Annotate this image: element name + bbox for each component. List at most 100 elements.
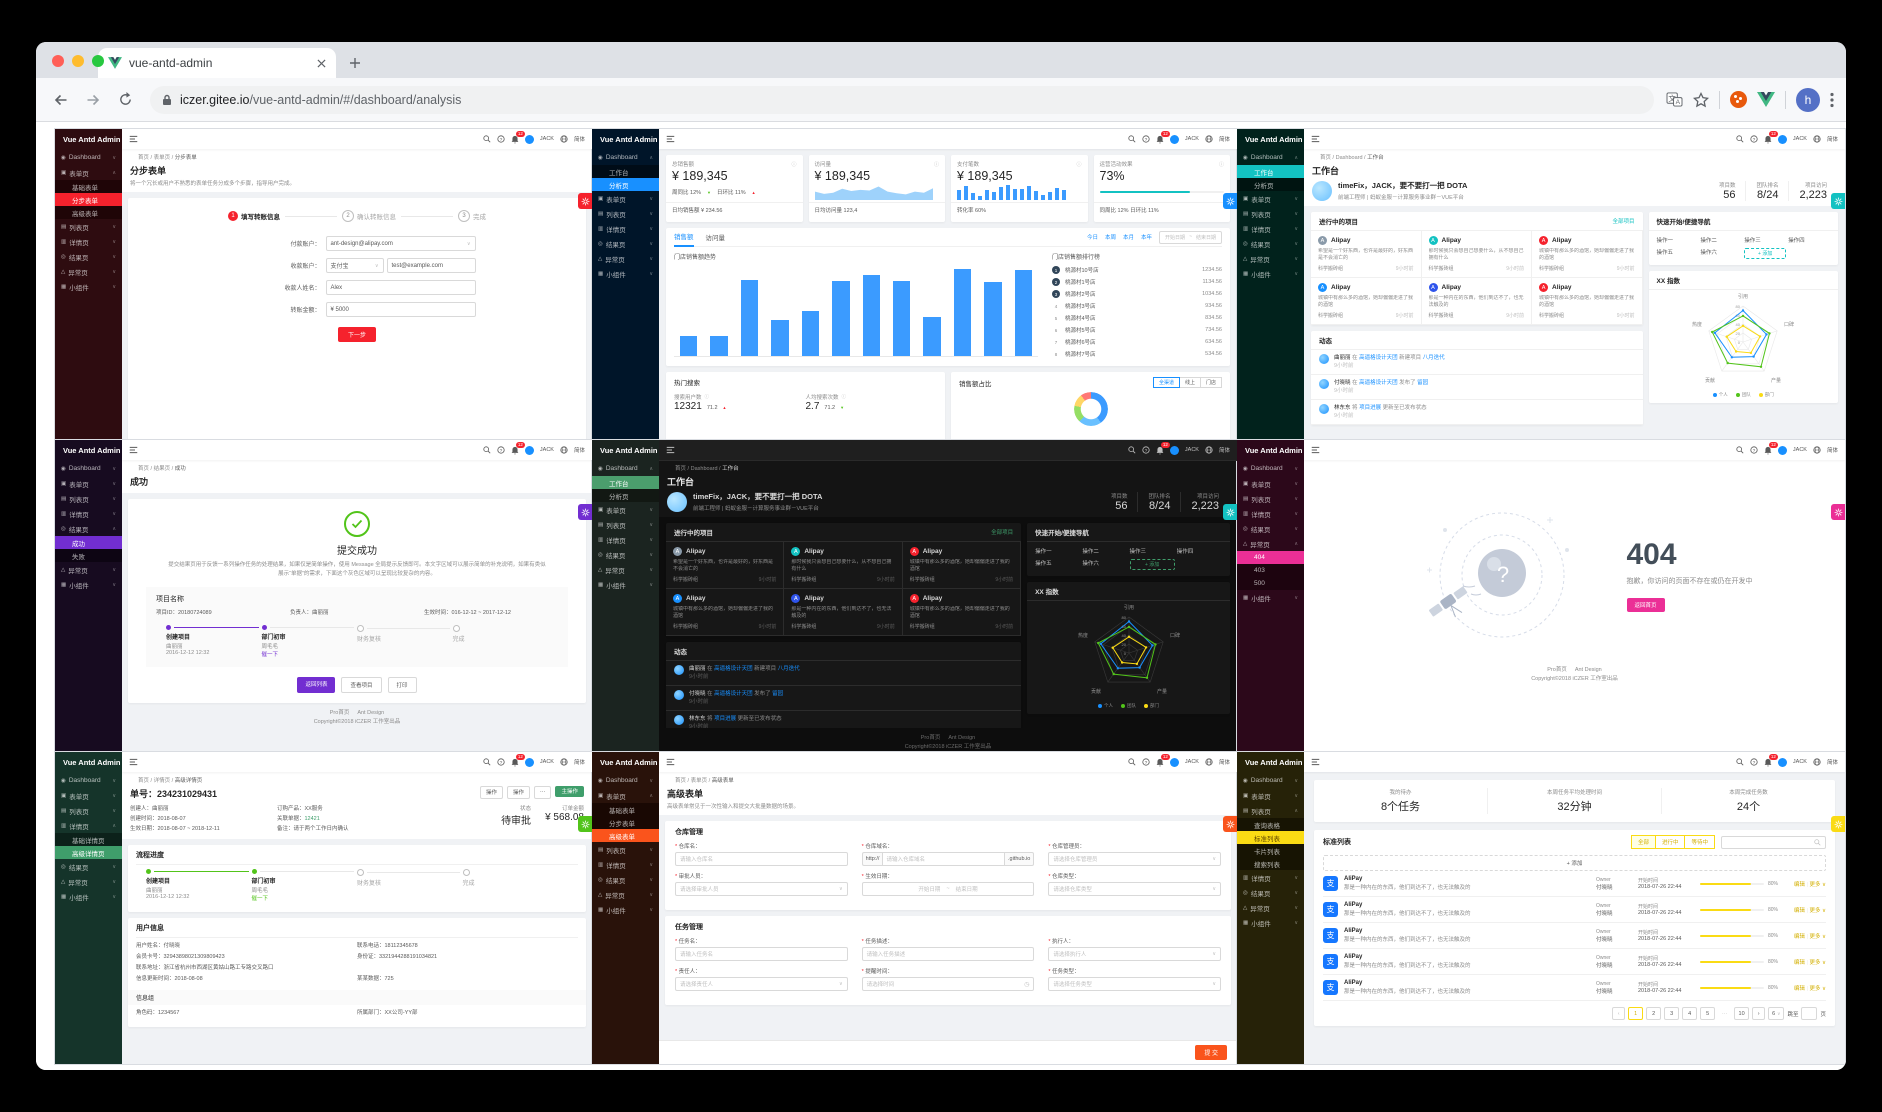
sidebar-subitem[interactable]: 分析页	[1237, 178, 1304, 191]
footer-link-pro[interactable]: Pro首页	[1547, 667, 1567, 673]
sidebar-item-form[interactable]: ▣ 表单页 ∨	[1237, 476, 1304, 491]
language-globe-icon[interactable]	[560, 135, 568, 143]
search-icon[interactable]	[1736, 446, 1744, 454]
user-avatar[interactable]	[1777, 445, 1787, 455]
sidebar-item-dashboard[interactable]: ◉ Dashboard ∧	[592, 150, 659, 165]
sidebar-item-list[interactable]: ▤ 列表页 ∧	[1237, 803, 1304, 818]
sidebar-subitem[interactable]: 基础表单	[55, 180, 122, 193]
sidebar-subitem[interactable]: 分步表单	[592, 816, 659, 829]
project-card[interactable]: A Alipay 希望是一个好东西，也许是最好的，好东西是不会消亡的 科学搬砖组 9小时…	[666, 542, 785, 589]
user-avatar[interactable]	[1777, 134, 1787, 144]
browser-tab[interactable]: vue-antd-admin	[98, 48, 336, 78]
sidebar-item-widget[interactable]: ▦ 小组件 ∨	[592, 577, 659, 592]
quick-op-link[interactable]: 操作二	[1700, 236, 1742, 244]
search-icon[interactable]	[483, 758, 491, 766]
page-number[interactable]: ···	[1718, 1008, 1731, 1019]
sidebar-item-result[interactable]: ◎ 结果页 ∨	[55, 249, 122, 264]
quick-op-link[interactable]: 操作三	[1744, 236, 1786, 244]
sidebar-item-exception[interactable]: △ 异常页 ∨	[55, 874, 122, 889]
sidebar-item-result[interactable]: ◎ 结果页 ∨	[1237, 236, 1304, 251]
user-avatar[interactable]	[524, 757, 534, 767]
feed-target-link[interactable]: 高逼格设计天团	[1359, 380, 1399, 386]
project-team[interactable]: 科学搬砖组	[791, 623, 816, 630]
breadcrumb-item[interactable]: 表单页	[154, 155, 171, 161]
help-icon[interactable]: ?	[1750, 446, 1758, 454]
search-icon[interactable]	[1128, 446, 1136, 454]
quick-op-link[interactable]: 操作五	[1035, 559, 1080, 570]
tab-visits[interactable]: 访问量	[706, 228, 726, 246]
theme-settings-gear-button[interactable]	[1831, 504, 1845, 520]
footer-link-antd[interactable]: Ant Design	[357, 710, 384, 716]
breadcrumb-item[interactable]: 首页	[1320, 155, 1331, 161]
row-title[interactable]: AliPay	[1344, 928, 1590, 934]
quick-op-link[interactable]: 操作二	[1082, 547, 1127, 555]
quick-add-button[interactable]: + 添加	[1744, 248, 1787, 259]
language-globe-icon[interactable]	[1813, 446, 1821, 454]
sidebar-item-exception[interactable]: △ 异常页 ∨	[592, 887, 659, 902]
feed-object-link[interactable]: 八月迭代	[778, 666, 800, 672]
hamburger-icon[interactable]	[129, 135, 138, 143]
sidebar-item-list[interactable]: ▤ 列表页 ∨	[592, 517, 659, 532]
edit-link[interactable]: 编辑	[1794, 934, 1805, 940]
user-avatar[interactable]	[524, 134, 534, 144]
help-icon[interactable]: ?	[1750, 135, 1758, 143]
breadcrumb-item[interactable]: Dashboard	[691, 466, 718, 472]
theme-settings-gear-button[interactable]	[578, 193, 592, 209]
all-projects-link[interactable]: 全部项目	[991, 528, 1013, 536]
footer-link-pro[interactable]: Pro首页	[330, 710, 350, 716]
more-link[interactable]: 更多 ∨	[1809, 882, 1826, 888]
quick-op-link[interactable]: 操作六	[1082, 559, 1127, 570]
vue-devtools-icon[interactable]	[1757, 92, 1775, 107]
hamburger-icon[interactable]	[1311, 135, 1320, 143]
next-step-button[interactable]: 下一步	[337, 327, 376, 342]
sidebar-item-dashboard[interactable]: ◉ Dashboard ∨	[592, 773, 659, 788]
user-avatar[interactable]	[524, 445, 534, 455]
theme-settings-gear-button[interactable]	[1831, 193, 1845, 209]
sidebar-subitem[interactable]: 分析页	[592, 178, 659, 191]
sidebar-item-form[interactable]: ▣ 表单页 ∨	[55, 788, 122, 803]
range-link[interactable]: 本年	[1141, 233, 1152, 241]
theme-settings-gear-button[interactable]	[578, 816, 592, 832]
hamburger-icon[interactable]	[666, 758, 675, 766]
sidebar-subitem[interactable]: 高级表单	[55, 206, 122, 219]
theme-settings-gear-button[interactable]	[1831, 816, 1845, 832]
sidebar-item-profile[interactable]: ▥ 详情页 ∨	[592, 532, 659, 547]
theme-settings-gear-button[interactable]	[1223, 816, 1237, 832]
sidebar-item-form[interactable]: ▣ 表单页 ∨	[592, 191, 659, 206]
user-avatar[interactable]	[1169, 445, 1179, 455]
legend-item[interactable]: 部门	[1144, 703, 1159, 709]
tab-close-icon[interactable]	[317, 58, 326, 68]
sidebar-item-exception[interactable]: △ 异常页 ∨	[55, 562, 122, 577]
project-card[interactable]: A Alipay 那时候我只会想自己想要什么，从不想自己拥有什么 科学搬砖组 9小时前	[784, 542, 903, 589]
select-control[interactable]: 支付宝 ∨	[325, 258, 384, 273]
project-card[interactable]: A Alipay 城镇中有那么多的酒馆，她却偏偏走进了我的酒馆 科学搬砖组 9小时前	[1532, 231, 1643, 278]
input-input[interactable]: 请输入仓库名	[675, 852, 848, 866]
quick-op-link[interactable]: 操作一	[1657, 236, 1699, 244]
language-globe-icon[interactable]	[560, 446, 568, 454]
search-icon[interactable]	[483, 446, 491, 454]
hamburger-icon[interactable]	[1311, 758, 1320, 766]
project-team[interactable]: 科学搬砖组	[673, 623, 698, 630]
language-globe-icon[interactable]	[1813, 135, 1821, 143]
sidebar-item-exception[interactable]: △ 异常页 ∨	[55, 264, 122, 279]
filter-button[interactable]: 进行中	[1655, 835, 1686, 849]
hamburger-icon[interactable]	[129, 758, 138, 766]
help-icon[interactable]: ?	[497, 446, 505, 454]
share-filter-button[interactable]: 门店	[1200, 377, 1222, 388]
page-number[interactable]: 5	[1700, 1007, 1716, 1020]
project-team[interactable]: 科学搬砖组	[1429, 312, 1454, 319]
sidebar-item-exception[interactable]: △ 异常页 ∨	[592, 251, 659, 266]
select-input[interactable]: 请选择审批人员 ∨	[675, 882, 848, 896]
feed-object-link[interactable]: 留园	[772, 691, 783, 697]
select-control[interactable]: ant-design@alipay.com ∨	[325, 236, 476, 251]
notification-bell[interactable]: 12	[1156, 441, 1170, 455]
user-avatar[interactable]	[1169, 757, 1179, 767]
theme-settings-gear-button[interactable]	[578, 504, 592, 520]
page-number[interactable]: 2	[1646, 1007, 1662, 1020]
page-size-select[interactable]: 6 ∨	[1768, 1007, 1785, 1020]
sidebar-item-profile[interactable]: ▥ 详情页 ∨	[55, 506, 122, 521]
sidebar-item-form[interactable]: ▣ 表单页 ∨	[55, 476, 122, 491]
user-avatar[interactable]	[1777, 757, 1787, 767]
minimize-window-button[interactable]	[72, 55, 84, 67]
sidebar-item-dashboard[interactable]: ◉ Dashboard ∧	[1237, 150, 1304, 165]
